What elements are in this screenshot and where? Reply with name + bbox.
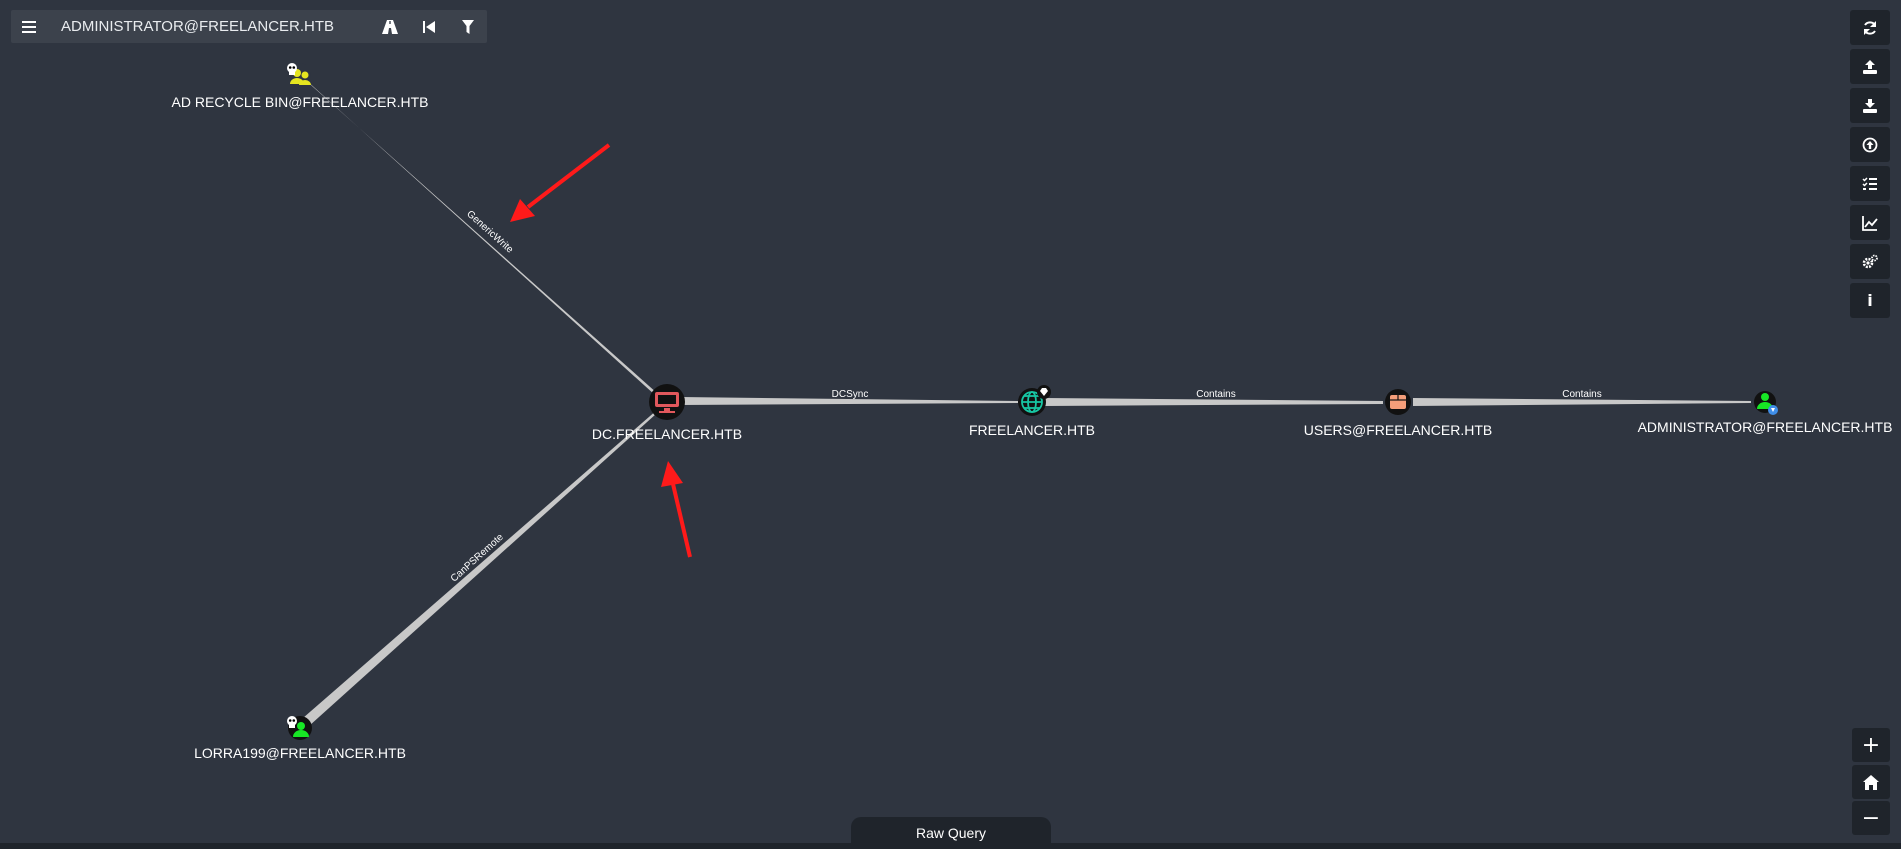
- edge-label-can-ps-remote: CanPSRemote: [449, 531, 506, 584]
- edge-label-generic-write: GenericWrite: [464, 209, 515, 256]
- pathfinding-button[interactable]: [370, 10, 409, 43]
- download-button[interactable]: [1850, 88, 1890, 123]
- settings-icon: [1862, 254, 1878, 268]
- refresh-button[interactable]: [1850, 10, 1890, 45]
- node-label-users: USERS@FREELANCER.HTB: [1304, 422, 1492, 438]
- node-label-dc: DC.FREELANCER.HTB: [592, 426, 742, 442]
- pathfinding-icon: [381, 19, 398, 34]
- menu-icon: [22, 20, 36, 33]
- home-icon: [1863, 774, 1879, 790]
- node-ad-recycle-bin[interactable]: AD RECYCLE BIN@FREELANCER.HTB: [172, 63, 429, 110]
- edge-can-ps-remote[interactable]: [303, 403, 666, 726]
- search-bar: ADMINISTRATOR@FREELANCER.HTB: [11, 10, 487, 43]
- filter-button[interactable]: [448, 10, 487, 43]
- zoom-out-button[interactable]: −: [1852, 801, 1890, 835]
- upload-button[interactable]: [1850, 49, 1890, 84]
- graph-canvas[interactable]: GenericWrite CanPSRemote DCSync Contains…: [0, 0, 1901, 849]
- raw-query-toggle[interactable]: Raw Query: [851, 817, 1051, 849]
- graph-svg[interactable]: GenericWrite CanPSRemote DCSync Contains…: [0, 0, 1901, 849]
- diamond-badge-icon: [1037, 385, 1051, 399]
- zoom-in-button[interactable]: +: [1852, 728, 1890, 762]
- upload-data-button[interactable]: [1850, 127, 1890, 162]
- info-icon: i: [1867, 291, 1873, 310]
- annotation-arrow-generic-write: [510, 143, 611, 222]
- node-domain[interactable]: FREELANCER.HTB: [969, 385, 1095, 438]
- node-label-administrator: ADMINISTRATOR@FREELANCER.HTB: [1638, 419, 1893, 435]
- annotation-arrow-dc: [661, 461, 692, 558]
- node-dc[interactable]: DC.FREELANCER.HTB: [592, 384, 742, 442]
- download-icon: [1863, 98, 1877, 113]
- stats-button[interactable]: [1850, 205, 1890, 240]
- queries-button[interactable]: [1850, 166, 1890, 201]
- edge-label-contains-1: Contains: [1196, 389, 1235, 400]
- node-label-ad-recycle-bin: AD RECYCLE BIN@FREELANCER.HTB: [172, 94, 429, 110]
- search-input[interactable]: ADMINISTRATOR@FREELANCER.HTB: [47, 18, 370, 35]
- refresh-icon: [1864, 20, 1876, 35]
- back-icon: [422, 20, 435, 33]
- filter-icon: [461, 19, 474, 34]
- home-button[interactable]: [1852, 765, 1890, 799]
- box-icon: [1390, 395, 1406, 409]
- menu-button[interactable]: [11, 10, 47, 43]
- info-button[interactable]: i: [1850, 283, 1890, 318]
- node-administrator[interactable]: ADMINISTRATOR@FREELANCER.HTB: [1638, 391, 1893, 435]
- target-badge-icon: [1768, 405, 1778, 415]
- queries-icon: [1862, 176, 1877, 190]
- upload-icon: [1863, 59, 1877, 74]
- edge-generic-write[interactable]: [306, 80, 667, 404]
- edge-label-dcsync: DCSync: [832, 389, 869, 400]
- back-button[interactable]: [409, 10, 448, 43]
- settings-button[interactable]: [1850, 244, 1890, 279]
- node-users[interactable]: USERS@FREELANCER.HTB: [1304, 389, 1492, 438]
- upload-data-icon: [1862, 137, 1878, 152]
- node-lorra199[interactable]: LORRA199@FREELANCER.HTB: [194, 716, 406, 761]
- node-label-lorra199: LORRA199@FREELANCER.HTB: [194, 745, 406, 761]
- node-label-domain: FREELANCER.HTB: [969, 422, 1095, 438]
- stats-icon: [1862, 215, 1878, 231]
- edge-label-contains-2: Contains: [1562, 389, 1601, 400]
